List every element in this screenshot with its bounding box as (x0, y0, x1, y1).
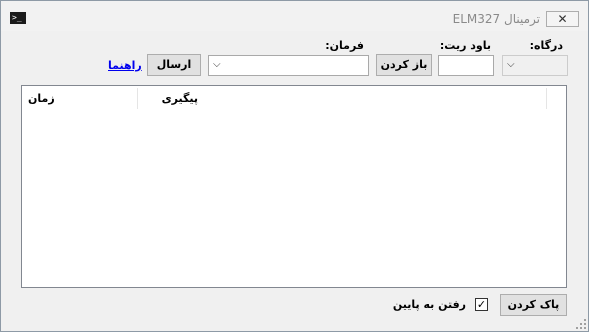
terminal-app-icon: >_ (10, 12, 26, 24)
autoscroll-checkbox[interactable]: ✓ (475, 298, 488, 311)
column-tracking[interactable]: پیگیری (162, 86, 198, 111)
log-list-view[interactable]: پیگیری زمان (21, 85, 567, 288)
log-header: پیگیری زمان (22, 86, 566, 111)
clear-button[interactable]: پاک کردن (500, 294, 567, 316)
column-divider[interactable] (137, 88, 138, 109)
window-title: ترمینال ELM327 (452, 12, 540, 26)
baud-rate-input[interactable] (438, 55, 494, 76)
port-label: درگاه: (529, 39, 563, 52)
command-combo[interactable]: ⌵ (208, 55, 369, 76)
terminal-window: >_ ترمینال ELM327 ✕ درگاه: باود ریت: فرم… (0, 0, 589, 332)
command-label: فرمان: (325, 39, 364, 52)
autoscroll-label: رفتن به پایین (392, 298, 466, 311)
open-button[interactable]: باز کردن (376, 54, 432, 76)
resize-grip-icon[interactable] (576, 319, 586, 329)
chevron-down-icon: ⌵ (213, 59, 221, 70)
help-link[interactable]: راهنما (108, 59, 142, 72)
send-button[interactable]: ارسال (147, 54, 201, 76)
port-select[interactable]: ⌵ (502, 55, 568, 76)
check-icon: ✓ (476, 298, 487, 311)
close-button[interactable]: ✕ (546, 11, 579, 27)
baud-rate-label: باود ریت: (439, 39, 491, 52)
column-divider[interactable] (546, 88, 547, 109)
chevron-down-icon: ⌵ (507, 59, 515, 70)
title-bar: >_ ترمینال ELM327 ✕ (1, 1, 588, 31)
column-time[interactable]: زمان (28, 86, 55, 111)
